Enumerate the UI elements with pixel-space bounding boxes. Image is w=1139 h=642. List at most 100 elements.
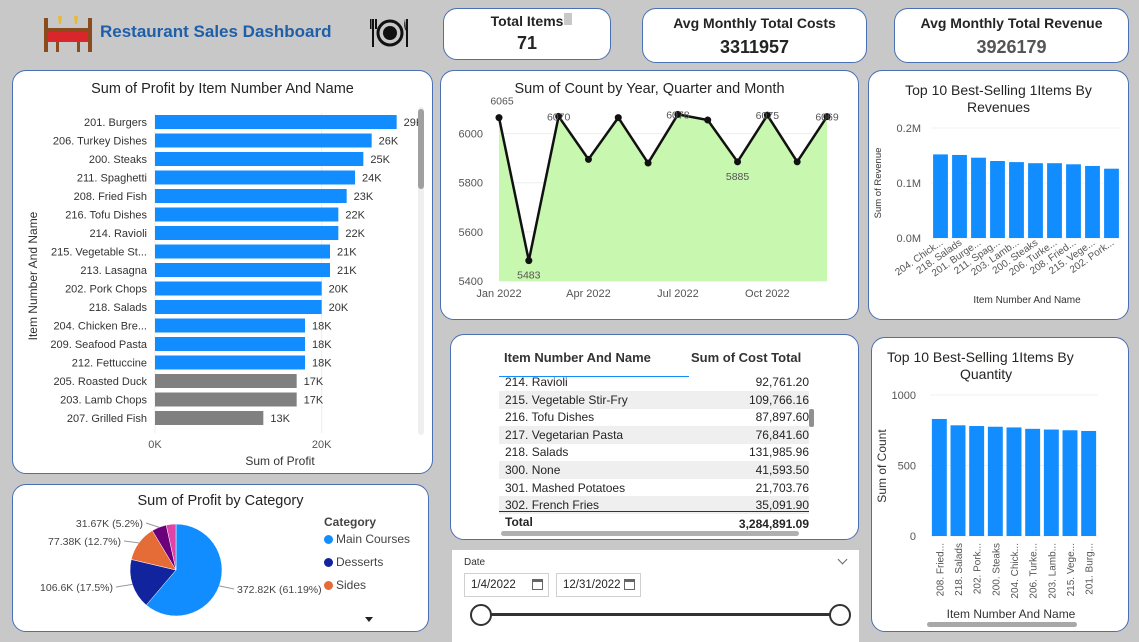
count-area-svg[interactable]: 6000 5800 5600 5400 6065 5483 6070 6078 5885 6075…: [441, 71, 859, 320]
profit-bar[interactable]: [155, 374, 297, 388]
rev-bar[interactable]: [1085, 165, 1100, 238]
count-point[interactable]: [614, 114, 622, 122]
table-total-row: Total 3,284,891.09: [499, 511, 809, 531]
profit-bar[interactable]: [155, 281, 322, 296]
qty-bar-svg[interactable]: 1000 500 0 208. Fried... 218. Salads 202. Por…: [872, 338, 1129, 632]
calendar-icon[interactable]: [532, 579, 543, 590]
qty-bar[interactable]: [1062, 430, 1078, 536]
top10-revenue-chart[interactable]: Top 10 Best-Selling 1Items By Revenues 0…: [868, 70, 1129, 320]
profit-bar[interactable]: [155, 152, 364, 166]
profit-bar[interactable]: [155, 244, 330, 259]
table-body[interactable]: 214. Ravioli 92,761.20 215. Vegetable Stir…: [451, 335, 858, 539]
kpi-avg-revenue: Avg Monthly Total Revenue 3926179: [894, 8, 1129, 63]
table-row[interactable]: 214. Ravioli 92,761.20: [499, 373, 809, 391]
profit-x-axis-label: Sum of Profit: [245, 454, 315, 468]
date-start-input[interactable]: 1/4/2022: [464, 573, 549, 597]
pie-leader-line[interactable]: [123, 540, 139, 544]
profit-bar[interactable]: [155, 189, 347, 203]
table-row[interactable]: 216. Tofu Dishes 87,897.60: [499, 408, 809, 426]
date-range-track[interactable]: [482, 613, 840, 616]
pie-leader-line[interactable]: [115, 583, 133, 588]
table-row[interactable]: 217. Vegetarian Pasta 76,841.60: [499, 425, 809, 444]
profit-bar[interactable]: [155, 207, 339, 222]
cost-table[interactable]: Item Number And Name Sum of Cost Total 2…: [450, 334, 859, 540]
count-point[interactable]: [584, 155, 592, 163]
count-point[interactable]: [525, 257, 533, 265]
rev-bar[interactable]: [1104, 168, 1119, 238]
count-point[interactable]: [734, 158, 742, 166]
kpi-total-items-value: 71: [516, 33, 538, 53]
pie-leader-line[interactable]: [219, 585, 235, 590]
table-vertical-scrollbar[interactable]: [809, 409, 814, 427]
profit-bar[interactable]: [155, 263, 330, 277]
profit-bar[interactable]: [155, 133, 372, 148]
qty-chart-scrollbar[interactable]: [927, 622, 1077, 627]
calendar-icon[interactable]: [624, 579, 635, 590]
date-slicer[interactable]: Date 1/4/2022 12/31/2022: [452, 550, 859, 642]
rev-bar-svg[interactable]: 0.2M0.1M0.0M204. Chick...218. Salads201.…: [869, 71, 1129, 320]
profit-bar-svg[interactable]: 0K 20K201. Burgers 29K206. Turkey Dishes 26…: [13, 71, 433, 474]
qty-bar[interactable]: [987, 426, 1003, 536]
profit-y-tick: 212. Fettuccine: [72, 358, 147, 370]
count-point[interactable]: [704, 116, 712, 124]
qty-bar[interactable]: [1043, 429, 1059, 536]
profit-bar[interactable]: [155, 170, 355, 185]
qty-y-tick: 1000: [892, 390, 916, 402]
qty-bar[interactable]: [950, 425, 966, 536]
table-cell-cost-wrap: 21,703.76: [699, 481, 809, 495]
qty-x-tick: 200. Steaks: [991, 543, 1002, 596]
qty-bar[interactable]: [1006, 427, 1022, 536]
date-slicer-chevron-icon[interactable]: [837, 554, 848, 565]
profit-bar[interactable]: [155, 226, 339, 240]
profit-bar[interactable]: [155, 318, 305, 333]
profit-bar[interactable]: [155, 411, 264, 425]
date-range-end-handle[interactable]: [829, 604, 851, 626]
kpi-avg-cost-value: 3311957: [719, 37, 790, 57]
profit-bar[interactable]: [155, 355, 305, 370]
count-point[interactable]: [644, 159, 652, 167]
rev-bar[interactable]: [952, 154, 967, 238]
count-point[interactable]: [793, 158, 801, 166]
profit-by-category-chart[interactable]: Sum of Profit by Category 372.82K (61.19…: [12, 484, 429, 632]
header-logo-area: Restaurant Sales Dashboard: [40, 10, 420, 56]
profit-chart-scroll-thumb[interactable]: [418, 109, 424, 189]
count-by-month-chart[interactable]: Sum of Count by Year, Quarter and Month …: [440, 70, 859, 320]
rev-bar[interactable]: [1066, 164, 1081, 238]
table-horizontal-scrollbar[interactable]: [501, 531, 799, 536]
profit-data-label: 26K: [379, 136, 399, 148]
count-data-label: 5885: [726, 171, 750, 183]
rev-bar[interactable]: [933, 154, 948, 238]
qty-bar[interactable]: [1081, 430, 1097, 536]
profit-chart-scrollbar[interactable]: [418, 107, 424, 435]
table-row[interactable]: 301. Mashed Potatoes 21,703.76: [499, 479, 809, 497]
table-row[interactable]: 300. None 41,593.50: [499, 461, 809, 479]
profit-bar[interactable]: [155, 300, 322, 314]
profit-bar[interactable]: [155, 337, 305, 351]
qty-bar[interactable]: [931, 418, 947, 536]
profit-data-label: 13K: [270, 413, 290, 425]
profit-data-label: 20K: [329, 284, 349, 296]
table-row[interactable]: 218. Salads 131,985.96: [499, 443, 809, 461]
qty-x-tick: 204. Chick...: [1010, 543, 1021, 599]
top10-quantity-chart[interactable]: Top 10 Best-Selling 1Items By Quantity 1…: [871, 337, 1129, 632]
pie-legend-more-icon[interactable]: [365, 617, 373, 622]
rev-bar[interactable]: [1047, 163, 1062, 238]
profit-bar[interactable]: [155, 392, 297, 407]
profit-bar[interactable]: [155, 115, 397, 129]
rev-bar[interactable]: [990, 161, 1005, 238]
qty-bar[interactable]: [1025, 428, 1041, 536]
profit-y-tick: 214. Ravioli: [90, 228, 147, 240]
pie-leader-line[interactable]: [145, 522, 160, 528]
profit-data-label: 18K: [312, 321, 332, 333]
count-point[interactable]: [495, 114, 503, 122]
rev-bar[interactable]: [971, 157, 986, 238]
date-range-start-handle[interactable]: [470, 604, 492, 626]
qty-bar[interactable]: [969, 426, 985, 536]
date-end-input[interactable]: 12/31/2022: [556, 573, 641, 597]
table-cell-cost-wrap: 131,985.96: [699, 445, 809, 459]
table-row[interactable]: 215. Vegetable Stir-Fry 109,766.16: [499, 390, 809, 409]
legend-dot-icon: [324, 558, 333, 567]
rev-bar[interactable]: [1028, 163, 1043, 238]
rev-bar[interactable]: [1009, 162, 1024, 238]
profit-by-item-chart[interactable]: Sum of Profit by Item Number And Name 0K…: [12, 70, 433, 474]
